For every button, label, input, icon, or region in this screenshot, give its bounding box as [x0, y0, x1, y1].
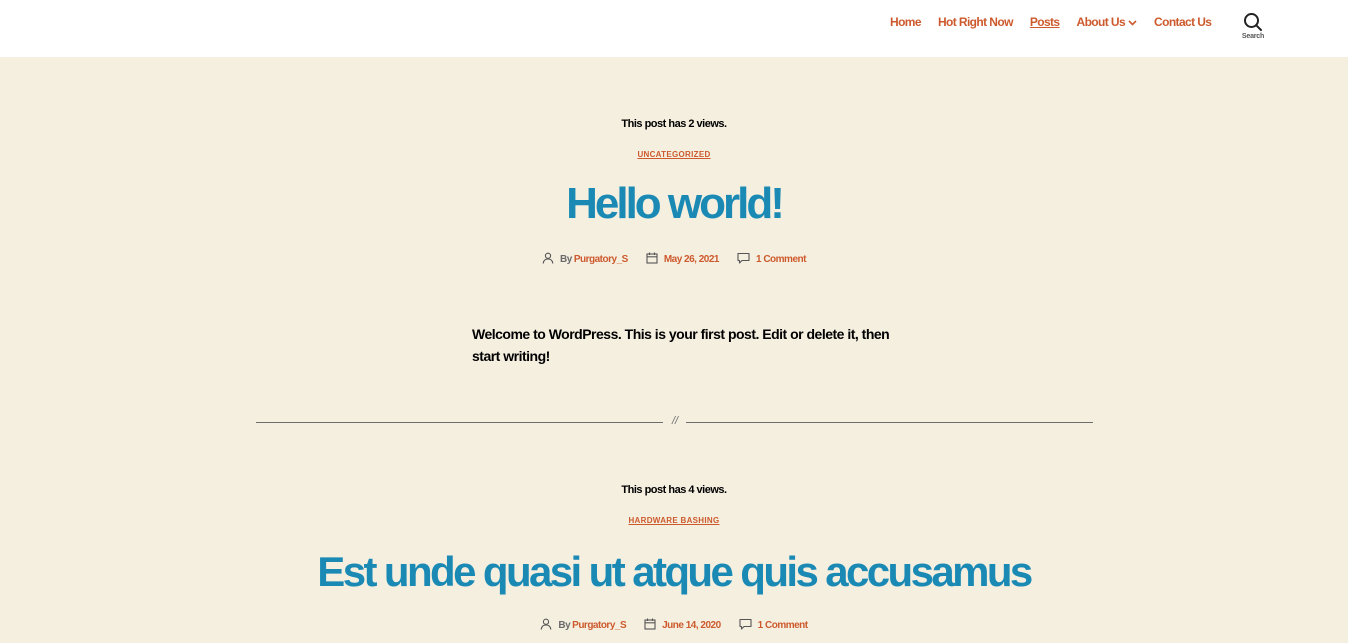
separator-line-right	[686, 422, 1093, 423]
comments-link[interactable]: 1 Comment	[756, 254, 806, 265]
post-author: By Purgatory_S	[540, 618, 627, 633]
nav-item-about-us-label: About Us	[1076, 15, 1126, 29]
post-views: This post has 4 views.	[0, 480, 1348, 498]
chevron-down-icon[interactable]	[1128, 17, 1137, 29]
post-views: This post has 2 views.	[0, 114, 1348, 132]
post-category-wrap: HARDWARE BASHING	[0, 510, 1348, 528]
search-icon	[1236, 12, 1270, 32]
post-excerpt: Welcome to WordPress. This is your first…	[472, 326, 890, 364]
nav-item-contact-us[interactable]: Contact Us	[1154, 15, 1212, 29]
separator-mark: //	[671, 415, 679, 427]
post-title-wrap: Est unde quasi ut atque quis accusamus	[0, 544, 1348, 600]
post-meta: By Purgatory_S June 14, 2020 1 Comment	[0, 618, 1348, 633]
post-author: By Purgatory_S	[542, 252, 628, 267]
post-date: June 14, 2020	[644, 618, 721, 633]
search-toggle-button[interactable]: Search	[1236, 12, 1270, 40]
post-comments: 1 Comment	[739, 618, 808, 633]
search-label: Search	[1241, 33, 1265, 40]
date-link[interactable]: June 14, 2020	[662, 620, 721, 631]
views-count: This post has 2 views.	[621, 118, 727, 130]
comment-icon	[739, 618, 752, 633]
post-comments: 1 Comment	[737, 252, 806, 267]
post-meta: By Purgatory_S May 26, 2021 1 Comment	[0, 252, 1348, 267]
nav-item-about-us[interactable]: About Us	[1077, 15, 1138, 29]
comments-link[interactable]: 1 Comment	[758, 620, 808, 631]
by-label: By	[560, 254, 572, 265]
user-icon	[540, 618, 552, 633]
post-title[interactable]: Hello world!	[0, 176, 1348, 232]
post-title[interactable]: Est unde quasi ut atque quis accusamus	[0, 544, 1348, 600]
category-link[interactable]: HARDWARE BASHING	[628, 516, 719, 525]
nav-item-posts[interactable]: Posts	[1030, 15, 1060, 29]
author-link[interactable]: Purgatory_S	[572, 620, 626, 631]
site-header: Home Hot Right Now Posts About Us Contac…	[0, 0, 1348, 57]
date-link[interactable]: May 26, 2021	[664, 254, 720, 265]
separator-line-left	[256, 422, 663, 423]
views-count: This post has 4 views.	[621, 484, 727, 496]
post-category-wrap: UNCATEGORIZED	[0, 144, 1348, 162]
by-label: By	[558, 620, 571, 631]
category-link[interactable]: UNCATEGORIZED	[637, 150, 710, 159]
post-title-wrap: Hello world!	[0, 176, 1348, 232]
nav-item-home[interactable]: Home	[890, 15, 922, 29]
calendar-icon	[644, 618, 656, 633]
user-icon	[542, 252, 554, 267]
comment-icon	[737, 252, 750, 267]
post-separator: //	[256, 415, 1093, 428]
post-date: May 26, 2021	[646, 252, 719, 267]
calendar-icon	[646, 252, 658, 267]
author-link[interactable]: Purgatory_S	[574, 254, 628, 265]
nav-item-hot-right-now[interactable]: Hot Right Now	[938, 15, 1013, 29]
primary-menu: Home Hot Right Now Posts About Us Contac…	[890, 15, 1228, 29]
